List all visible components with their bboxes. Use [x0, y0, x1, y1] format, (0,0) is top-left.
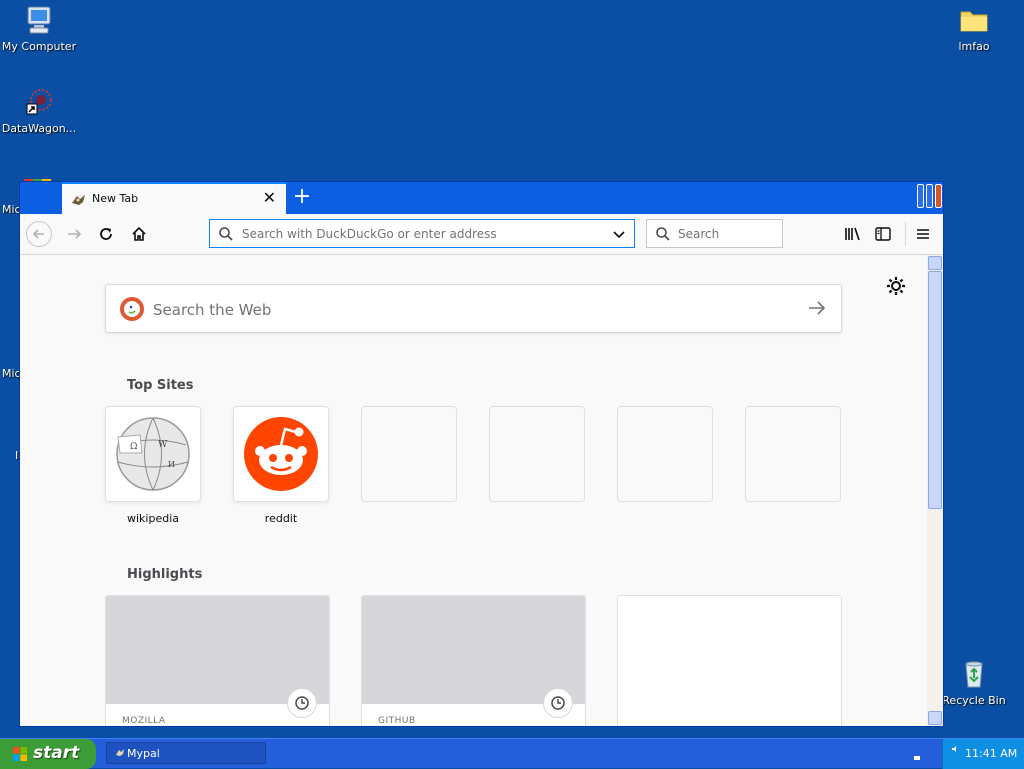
- taskbar-item-label: Mypal: [127, 747, 160, 760]
- system-tray: 11:41 AM: [942, 739, 1024, 769]
- windows-flag-icon: [12, 746, 28, 762]
- home-button[interactable]: [125, 221, 153, 247]
- top-site-tile-empty[interactable]: [361, 406, 457, 502]
- taskbar: start Mypal 11:41 AM: [0, 738, 1024, 769]
- top-site-label: reddit: [264, 512, 298, 525]
- highlight-card-github[interactable]: GITHUB: [361, 595, 586, 726]
- sidebar-button[interactable]: [870, 221, 896, 247]
- tab-title: New Tab: [92, 192, 139, 205]
- menu-button[interactable]: [910, 221, 936, 247]
- svg-text:W: W: [158, 440, 168, 450]
- start-label: start: [33, 743, 80, 763]
- close-window-button[interactable]: [935, 184, 942, 208]
- scroll-down-button[interactable]: [928, 711, 942, 725]
- start-button[interactable]: start: [0, 739, 96, 769]
- minimize-button[interactable]: [917, 184, 924, 208]
- maximize-button[interactable]: [926, 184, 933, 208]
- address-bar[interactable]: Search with DuckDuckGo or enter address: [209, 219, 635, 248]
- toolbar-separator: [905, 222, 906, 246]
- reload-icon: [100, 228, 112, 240]
- top-site-tile-empty[interactable]: [617, 406, 713, 502]
- reddit-alien-icon: [244, 417, 318, 491]
- svg-text:Ω: Ω: [130, 442, 137, 452]
- mypal-favicon-icon: [71, 192, 87, 206]
- speaker-icon[interactable]: [951, 743, 959, 752]
- desktop-icon-label: DataWagon...: [1, 122, 77, 135]
- gear-icon[interactable]: [886, 276, 906, 300]
- navigation-toolbar: Search with DuckDuckGo or enter address …: [20, 214, 943, 255]
- desktop-icon-label: My Computer: [1, 40, 77, 53]
- tab-new-tab[interactable]: New Tab ✕: [62, 182, 286, 214]
- search-icon: [218, 226, 234, 246]
- search-icon: [655, 226, 671, 246]
- web-search-box[interactable]: Search the Web: [105, 284, 842, 333]
- sidebar-icon: [875, 227, 891, 241]
- computer-icon: [23, 4, 55, 36]
- top-site-tile-empty[interactable]: [745, 406, 841, 502]
- highlight-thumbnail: [106, 596, 329, 704]
- top-sites-heading: Top Sites: [127, 378, 194, 393]
- folder-icon: [958, 4, 990, 36]
- highlights-heading: Highlights: [127, 567, 203, 582]
- chevron-down-icon[interactable]: [612, 226, 626, 245]
- new-tab-button[interactable]: +: [290, 185, 314, 209]
- desktop-icon-lmfao[interactable]: lmfao: [934, 4, 1014, 53]
- datawagon-icon: [23, 86, 55, 118]
- clock-icon: [543, 688, 573, 718]
- web-search-placeholder: Search the Web: [153, 301, 272, 319]
- reload-button[interactable]: [92, 221, 120, 247]
- vertical-scrollbar[interactable]: [927, 255, 943, 726]
- hamburger-menu-icon: [917, 229, 929, 239]
- recycle-bin-icon: [958, 658, 990, 690]
- forward-button[interactable]: [60, 221, 88, 247]
- top-site-tile-empty[interactable]: [489, 406, 585, 502]
- home-icon: [132, 226, 146, 241]
- partial-desktop-label: Mic: [2, 367, 21, 380]
- svg-text:И: И: [168, 460, 175, 469]
- highlight-thumbnail: [362, 596, 585, 704]
- address-bar-placeholder: Search with DuckDuckGo or enter address: [242, 227, 497, 241]
- highlight-source: GITHUB: [378, 716, 416, 726]
- scroll-thumb[interactable]: [928, 271, 942, 509]
- desktop-icon-datawagon[interactable]: DataWagon...: [0, 86, 79, 135]
- browser-window: New Tab ✕ + Search with DuckDuckGo or en…: [19, 181, 944, 727]
- desktop-icon-label: lmfao: [958, 40, 990, 53]
- back-arrow-icon: [32, 229, 44, 239]
- top-site-label: wikipedia: [126, 512, 179, 525]
- new-tab-page: Search the Web Top Sites Ω W И wikipedia: [20, 255, 927, 726]
- desktop-icon-my-computer[interactable]: My Computer: [0, 4, 79, 53]
- library-icon: [845, 227, 860, 241]
- clock-icon: [287, 688, 317, 718]
- highlight-card-empty: [617, 595, 842, 726]
- clock: 11:41 AM: [965, 747, 1018, 760]
- highlight-card-mozilla[interactable]: MOZILLA: [105, 595, 330, 726]
- library-button[interactable]: [840, 221, 866, 247]
- tab-strip: New Tab ✕ +: [20, 182, 943, 214]
- partial-desktop-label: Mic: [2, 203, 21, 216]
- search-bar-placeholder: Search: [678, 227, 720, 241]
- taskbar-item-mypal[interactable]: Mypal: [106, 742, 266, 764]
- tray-expand-icon[interactable]: [912, 748, 922, 760]
- window-controls: [917, 184, 942, 208]
- partial-desktop-label: I: [15, 449, 19, 462]
- search-bar[interactable]: Search: [646, 219, 783, 248]
- mypal-favicon-icon: [115, 748, 125, 758]
- highlight-source: MOZILLA: [122, 716, 166, 726]
- arrow-right-icon[interactable]: [807, 299, 827, 321]
- wikipedia-globe-icon: Ω W И: [116, 417, 190, 491]
- tab-close-icon[interactable]: ✕: [263, 189, 276, 207]
- back-button[interactable]: [26, 221, 52, 247]
- forward-arrow-icon: [68, 229, 82, 239]
- desktop-icon-recycle-bin[interactable]: Recycle Bin: [934, 658, 1014, 707]
- scroll-up-button[interactable]: [928, 256, 942, 270]
- top-site-tile-wikipedia[interactable]: Ω W И: [105, 406, 201, 502]
- top-site-tile-reddit[interactable]: [233, 406, 329, 502]
- duckduckgo-logo-icon: [120, 297, 144, 321]
- desktop-icon-label: Recycle Bin: [942, 694, 1006, 707]
